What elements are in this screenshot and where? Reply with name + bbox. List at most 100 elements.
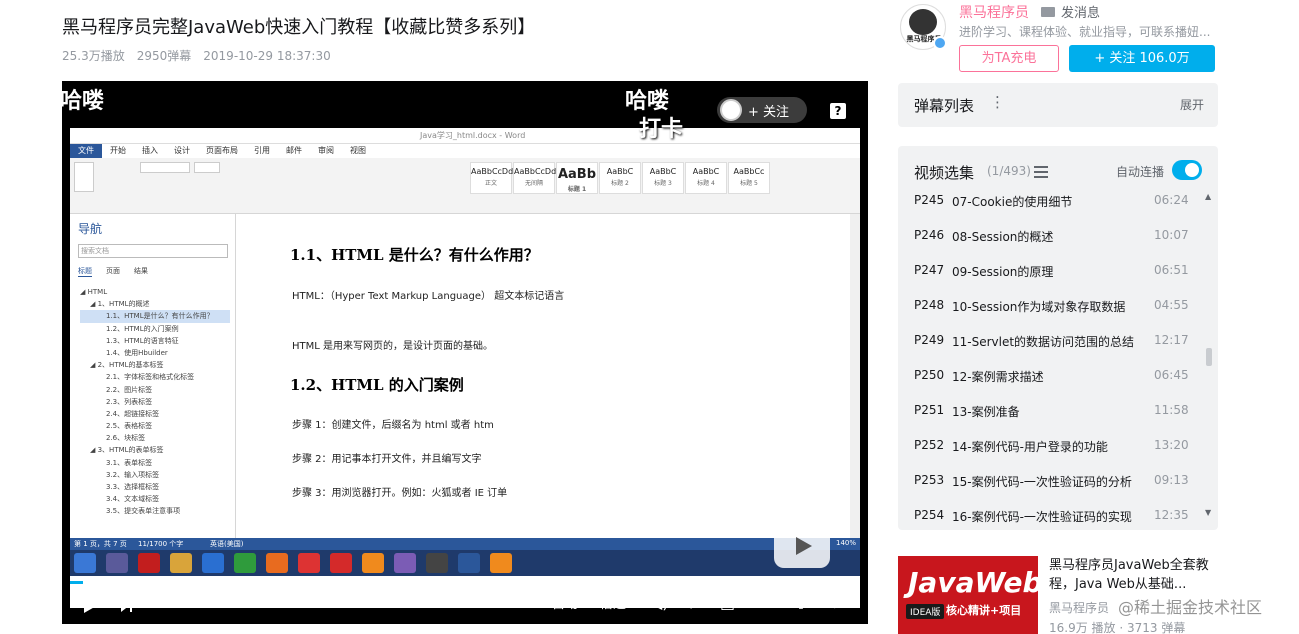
message-button[interactable]: 发消息 xyxy=(1041,2,1100,21)
style-swatch: AaBbC 标题 3 xyxy=(642,162,684,194)
current-time: 00:07 xyxy=(150,593,188,608)
nav-outline-item: 3.2、输入项标签 xyxy=(106,470,160,479)
word-menu-item: 审阅 xyxy=(318,146,334,155)
time-separator: / xyxy=(191,593,196,608)
watermark: @稀土掘金技术社区 xyxy=(1118,598,1263,617)
episode-duration: 11:58 xyxy=(1154,403,1189,417)
autoplay-label: 自动连播 xyxy=(1116,165,1165,179)
episode-number: P245 xyxy=(914,193,945,207)
style-name: 无间隔 xyxy=(524,180,543,187)
expand-button[interactable]: 展开 xyxy=(1180,96,1204,113)
paste-icon xyxy=(74,162,94,192)
episode-item[interactable]: P253 15-案例代码-一次性验证码的分析 09:13 xyxy=(898,462,1204,497)
doc-heading-2: 1.2、HTML 的入门案例 xyxy=(290,376,464,394)
big-play-icon[interactable] xyxy=(774,524,830,568)
episode-name: 12-案例需求描述 xyxy=(952,370,1044,384)
episode-item[interactable]: P254 16-案例代码-一次性验证码的实现 12:35 xyxy=(898,497,1204,530)
volume-icon[interactable]: ◀) xyxy=(650,593,669,612)
widescreen-icon[interactable]: ⇔ xyxy=(756,593,769,612)
app-icon xyxy=(426,553,448,573)
scroll-thumb[interactable] xyxy=(1206,348,1212,366)
nav-outline-item: 2.6、块标签 xyxy=(106,434,146,443)
danmaku-list-panel[interactable]: 弹幕列表 ⋮ 展开 xyxy=(898,83,1218,127)
nav-outline-item: 3.1、表单标签 xyxy=(106,458,153,467)
uploader-name[interactable]: 黑马程序员 xyxy=(959,2,1029,22)
episode-item[interactable]: P251 13-案例准备 11:58 xyxy=(898,392,1204,427)
quality-button[interactable]: 自动 xyxy=(552,593,578,612)
style-sample: AaBbCc xyxy=(733,167,765,176)
play-icon[interactable] xyxy=(84,597,98,613)
video-meta: 25.3万播放 2950弹幕 2019-10-29 18:37:30 xyxy=(62,47,343,64)
episode-item[interactable]: P250 12-案例需求描述 06:45 xyxy=(898,357,1204,392)
episode-name: 11-Servlet的数据访问范围的总结 xyxy=(952,335,1135,349)
avatar-image xyxy=(909,9,937,35)
font-size-box xyxy=(194,162,220,173)
status-page: 第 1 页，共 7 页 xyxy=(74,540,127,548)
settings-icon[interactable]: ⚙ xyxy=(684,593,698,612)
episode-item[interactable]: P245 07-Cookie的使用细节 06:24 xyxy=(898,182,1204,217)
ie-icon xyxy=(202,553,224,573)
firefox-icon xyxy=(490,553,512,573)
scroll-up-icon[interactable]: ▲ xyxy=(1205,192,1211,201)
autoplay-toggle[interactable] xyxy=(1172,160,1202,180)
nav-title: 导航 xyxy=(78,222,103,236)
player-follow-button[interactable]: + 关注 xyxy=(717,97,807,123)
video-player[interactable]: Java学习_html.docx - Word 文件 开始 插入 设计 页面布局 引用 邮件… xyxy=(62,81,868,624)
speed-button[interactable]: 倍速 xyxy=(600,593,626,612)
recommend-author[interactable]: 黑马程序员 xyxy=(1049,599,1109,616)
episode-number: P252 xyxy=(914,438,945,452)
episode-name: 10-Session作为域对象存取数据 xyxy=(952,300,1126,314)
nav-outline-item: ◢ 2、HTML的基本标签 xyxy=(90,361,164,370)
episode-duration: 13:20 xyxy=(1154,438,1189,452)
fullscreen-icon[interactable]: ✣ xyxy=(828,593,841,612)
style-gallery: AaBbCcDd 正文 AaBbCcDd 无间隔 AaBb 标题 1 AaBbC 标题 2 Aa… xyxy=(470,162,771,196)
style-swatch: AaBbC 标题 2 xyxy=(599,162,641,194)
more-icon[interactable]: ⋮ xyxy=(990,93,1005,111)
style-name: 标题 5 xyxy=(740,180,758,187)
app-icon xyxy=(394,553,416,573)
follow-button[interactable]: + 关注 106.0万 xyxy=(1069,45,1215,72)
scroll-down-icon[interactable]: ▼ xyxy=(1205,508,1211,517)
recommend-title[interactable]: 黑马程序员JavaWeb全套教程，Java Web从基础... xyxy=(1049,556,1219,594)
thumb-subtitle: 核心精讲+项目 xyxy=(946,604,1022,617)
doc-paragraph-2: HTML 是用来写网页的，是设计页面的基础。 xyxy=(292,341,494,352)
episode-item[interactable]: P249 11-Servlet的数据访问范围的总结 12:17 xyxy=(898,322,1204,357)
episode-duration: 06:51 xyxy=(1154,263,1189,277)
navigation-pane: 导航 搜索文档 标题 页面 结果 ◢ HTML ◢ 1、HTML的概述 1.1、HTML… xyxy=(70,214,236,538)
episode-number: P246 xyxy=(914,228,945,242)
message-label: 发消息 xyxy=(1061,6,1101,21)
episode-item[interactable]: P247 09-Session的原理 06:51 xyxy=(898,252,1204,287)
episode-number: P249 xyxy=(914,333,945,347)
list-view-icon[interactable] xyxy=(1034,166,1048,178)
uploader-avatar[interactable]: 黑马程序员 xyxy=(900,4,947,50)
player-follow-label: + 关注 xyxy=(748,104,790,120)
nav-outline-item: 1.4、使用Hbuilder xyxy=(106,348,168,357)
episode-name: 08-Session的概述 xyxy=(952,230,1054,244)
style-swatch: AaBbCcDd 无间隔 xyxy=(513,162,556,194)
charge-button[interactable]: 为TA充电 xyxy=(959,45,1059,72)
recommend-thumbnail[interactable]: JavaWeb IDEA版 核心精讲+项目 xyxy=(898,556,1038,634)
next-icon[interactable] xyxy=(121,598,133,612)
style-swatch: AaBbCc 标题 5 xyxy=(728,162,770,194)
danmaku-comment: 哈喽 xyxy=(62,89,105,114)
web-fullscreen-icon[interactable]: ⛶ xyxy=(792,593,803,613)
style-sample: AaBbC xyxy=(606,167,634,176)
nav-tab: 结果 xyxy=(134,267,148,275)
episode-item[interactable]: P246 08-Session的概述 10:07 xyxy=(898,217,1204,252)
uploader-description: 进阶学习、课程体验、就业指导，可联系播妞... xyxy=(959,25,1211,39)
help-icon[interactable]: ? xyxy=(830,103,846,119)
progress-bar[interactable] xyxy=(70,581,860,584)
font-name-box xyxy=(140,162,190,173)
episode-scrollbar[interactable]: ▲ ▼ xyxy=(1204,192,1214,520)
episode-item[interactable]: P248 10-Session作为域对象存取数据 04:55 xyxy=(898,287,1204,322)
word-menu: 文件 开始 插入 设计 页面布局 引用 邮件 审阅 视图 xyxy=(70,144,860,158)
nav-outline-item: 2.4、超链接标签 xyxy=(106,409,160,418)
video-frame[interactable]: Java学习_html.docx - Word 文件 开始 插入 设计 页面布局 引用 邮件… xyxy=(70,128,860,608)
video-title: 黑马程序员完整JavaWeb快速入门教程【收藏比赞多系列】 xyxy=(62,17,536,38)
episode-panel: 视频选集 (1/493) 自动连播 P245 07-Cookie的使用细节 06:2… xyxy=(898,146,1218,530)
nav-outline-item: 2.3、列表标签 xyxy=(106,397,153,406)
danmaku-count: 2950弹幕 xyxy=(136,49,192,63)
episode-item[interactable]: P252 14-案例代码-用户登录的功能 13:20 xyxy=(898,427,1204,462)
pip-icon[interactable]: ▣ xyxy=(720,593,735,612)
status-zoom: 140% xyxy=(836,539,857,547)
